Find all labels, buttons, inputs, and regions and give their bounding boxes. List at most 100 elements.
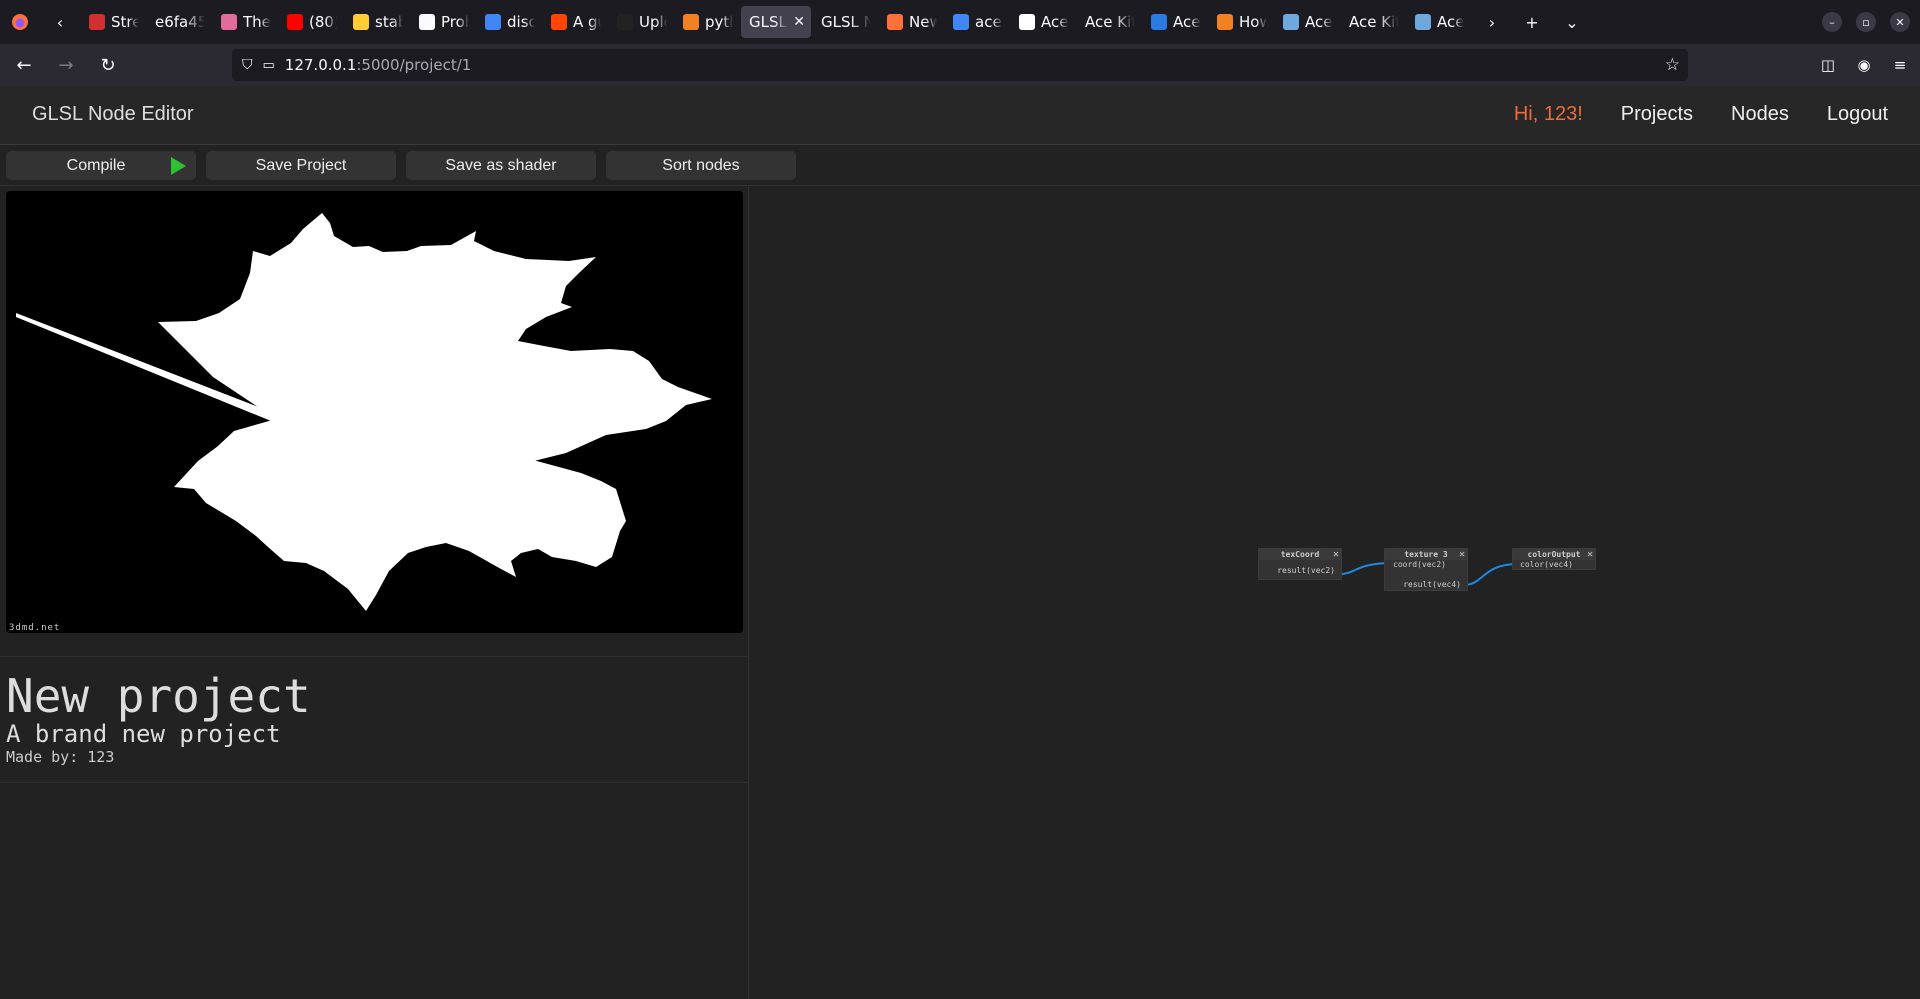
tab-title: Ace Kitc — [1085, 13, 1135, 31]
node-title: texCoord — [1259, 549, 1341, 560]
browser-tab[interactable]: Ace — [1407, 6, 1471, 38]
close-tab-icon[interactable]: ✕ — [793, 14, 805, 30]
browser-tab[interactable]: Ace Kitc — [1077, 6, 1141, 38]
tab-title: A gui — [573, 13, 601, 31]
new-tab-icon[interactable]: + — [1512, 0, 1552, 44]
tab-list-icon[interactable]: ⌄ — [1552, 0, 1592, 44]
tab-title: e6fa455 — [155, 13, 205, 31]
node-close-icon[interactable]: ✕ — [1587, 549, 1593, 560]
browser-tab[interactable]: A gui — [543, 6, 607, 38]
browser-tab[interactable]: pytho — [675, 6, 739, 38]
browser-tab[interactable]: GLSL No — [813, 6, 877, 38]
nav-projects[interactable]: Projects — [1621, 103, 1693, 126]
greeting: Hi, 123! — [1513, 103, 1583, 125]
browser-tab[interactable]: Prob — [411, 6, 475, 38]
reddit-icon — [551, 14, 567, 30]
tab-title: Ace Kitc — [1349, 13, 1399, 31]
page-info-icon[interactable]: ▭ — [263, 58, 275, 73]
tab-title: Strea — [111, 13, 139, 31]
openai-icon — [1019, 14, 1035, 30]
nav-nodes[interactable]: Nodes — [1731, 103, 1789, 126]
crown-icon — [89, 14, 105, 30]
brand-title[interactable]: GLSL Node Editor — [32, 103, 194, 126]
url-bar[interactable]: ⛉ ▭ 127.0.0.1:5000/project/1 ☆ — [232, 49, 1688, 81]
pocket-icon[interactable]: ◫ — [1816, 49, 1840, 81]
node-texcoord[interactable]: texCoord ✕ result(vec2) — [1258, 548, 1342, 580]
tab-scroll-left-icon[interactable]: ‹ — [40, 0, 80, 44]
tab-title: Ace I — [1305, 13, 1333, 31]
divider-top — [0, 656, 749, 657]
browser-tab[interactable]: Uplo — [609, 6, 673, 38]
browser-tab[interactable]: New — [879, 6, 943, 38]
browser-tab[interactable]: Ace E — [1143, 6, 1207, 38]
compile-button[interactable]: Compile — [6, 151, 196, 180]
minimize-icon[interactable]: – — [1822, 12, 1842, 32]
node-wires — [1339, 562, 1519, 586]
firefox-menu-icon[interactable] — [0, 0, 40, 44]
account-icon[interactable]: ◉ — [1852, 49, 1876, 81]
node-color-output[interactable]: colorOutput ✕ color(vec4) — [1512, 548, 1596, 570]
browser-tab[interactable]: GLSL N✕ — [741, 6, 811, 38]
browser-tab[interactable]: (80) Y — [279, 6, 343, 38]
play-icon — [171, 157, 186, 175]
shield-icon[interactable]: ⛉ — [242, 57, 253, 73]
project-title: New project — [6, 669, 311, 723]
app-header: GLSL Node Editor Hi, 123! Projects Nodes… — [0, 86, 1920, 145]
browser-tab[interactable]: Ace Kitc — [1341, 6, 1405, 38]
tab-title: How — [1239, 13, 1267, 31]
back-icon[interactable]: ← — [6, 49, 42, 81]
tab-title: GLSL No — [821, 13, 871, 31]
node-close-icon[interactable]: ✕ — [1333, 549, 1339, 560]
node-output-port[interactable]: result(vec4) — [1403, 580, 1461, 590]
window-controls: – ▫ ✕ — [1822, 12, 1910, 32]
page: GLSL Node Editor Hi, 123! Projects Nodes… — [0, 86, 1920, 999]
divider-bottom — [0, 782, 749, 783]
phone-icon — [617, 14, 633, 30]
info-icon — [419, 14, 435, 30]
save-project-button[interactable]: Save Project — [206, 151, 396, 180]
save-as-shader-button[interactable]: Save as shader — [406, 151, 596, 180]
restore-icon[interactable]: ▫ — [1856, 12, 1876, 32]
shader-preview[interactable]: 3dmd.net — [6, 191, 743, 633]
project-description: A brand new project — [6, 720, 281, 748]
node-output-port[interactable]: result(vec2) — [1277, 566, 1335, 576]
node-close-icon[interactable]: ✕ — [1459, 549, 1465, 560]
browser-tab[interactable]: How — [1209, 6, 1273, 38]
stackoverflow-icon — [683, 14, 699, 30]
tab-title: GLSL N — [749, 13, 789, 31]
browser-tab[interactable]: TheC — [213, 6, 277, 38]
browser-tab[interactable]: Ace I — [1275, 6, 1339, 38]
wire-texture-to-output — [1463, 563, 1519, 586]
hamburger-menu-icon[interactable]: ≡ — [1888, 49, 1912, 81]
browser-tab[interactable]: ace t — [945, 6, 1009, 38]
forward-icon[interactable]: → — [48, 49, 84, 81]
browser-tab-bar: ‹ Strea e6fa455 TheC (80) Y stabl Prob disco A … — [0, 0, 1920, 44]
browser-tab[interactable]: e6fa455 — [147, 6, 211, 38]
node-texture[interactable]: texture 3 ✕ coord(vec2) result(vec4) — [1384, 548, 1468, 591]
tab-title: Ace E — [1041, 13, 1069, 31]
browser-tab[interactable]: Strea — [81, 6, 145, 38]
node-input-port[interactable]: color(vec4) — [1520, 560, 1573, 570]
node-graph-canvas[interactable]: texCoord ✕ result(vec2) texture 3 ✕ coor… — [750, 187, 1920, 999]
tab-scroll-right-icon[interactable]: › — [1472, 0, 1512, 44]
google-icon — [485, 14, 501, 30]
browser-tab[interactable]: disco — [477, 6, 541, 38]
url-path: :5000/project/1 — [356, 56, 472, 74]
hugging-face-icon — [353, 14, 369, 30]
top-nav: Hi, 123! Projects Nodes Logout — [1514, 103, 1888, 126]
stackoverflow-icon — [1217, 14, 1233, 30]
bookmark-star-icon[interactable]: ☆ — [1665, 55, 1680, 75]
nav-logout[interactable]: Logout — [1827, 103, 1888, 126]
google-icon — [953, 14, 969, 30]
preview-watermark: 3dmd.net — [9, 623, 61, 633]
tab-title: (80) Y — [309, 13, 337, 31]
sort-nodes-button[interactable]: Sort nodes — [606, 151, 796, 180]
browser-tab[interactable]: stabl — [345, 6, 409, 38]
node-input-port[interactable]: coord(vec2) — [1393, 560, 1446, 570]
reload-icon[interactable]: ↻ — [90, 49, 126, 81]
tab-title: New — [909, 13, 937, 31]
tab-title: Ace — [1437, 13, 1465, 31]
close-window-icon[interactable]: ✕ — [1890, 12, 1910, 32]
node-title: texture 3 — [1385, 549, 1467, 560]
browser-tab[interactable]: Ace E — [1011, 6, 1075, 38]
